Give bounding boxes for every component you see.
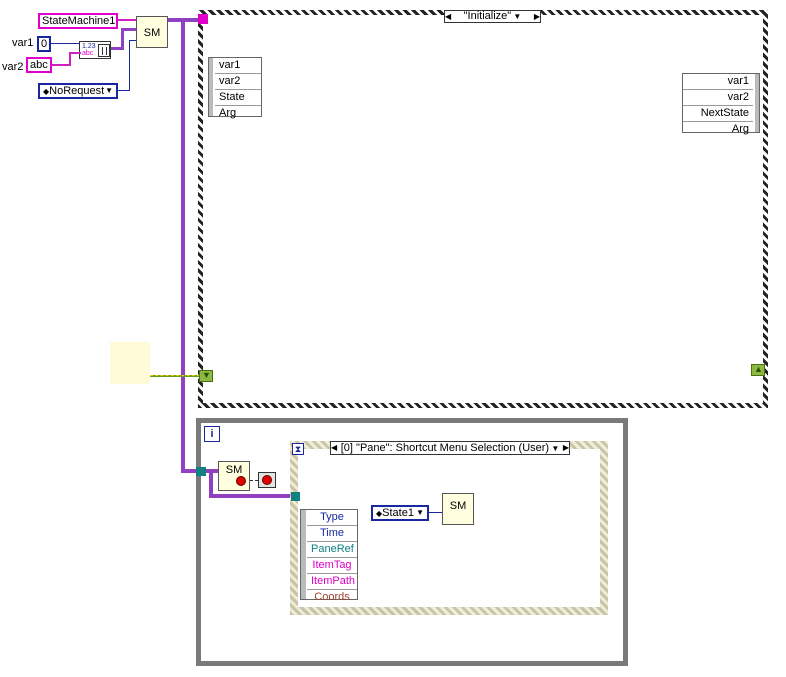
boolean-constant[interactable]: [110, 342, 150, 384]
error-wire[interactable]: [250, 480, 258, 481]
prev-event-icon[interactable]: ◀: [331, 442, 337, 454]
error-icon: [236, 476, 246, 486]
event-data-time: Time: [307, 526, 357, 542]
case-left-unbundle[interactable]: var1 var2 State Arg: [208, 57, 262, 119]
next-case-icon[interactable]: ▶: [534, 11, 540, 22]
boolean-wire[interactable]: [150, 375, 200, 377]
left-tunnel-var2: var2: [215, 74, 261, 90]
cluster-wire-to-sm[interactable]: [121, 28, 137, 31]
left-tunnel-state: State: [215, 90, 261, 106]
event-data-paneref: PaneRef: [307, 542, 357, 558]
dropdown-arrow-icon[interactable]: ▼: [105, 85, 113, 97]
event-selector-value: [0] "Pane": Shortcut Menu Selection (Use…: [340, 442, 550, 454]
string-wire-var2-up[interactable]: [69, 52, 71, 66]
left-tunnel-arg: Arg: [219, 107, 237, 119]
sm-loop-node[interactable]: SM: [218, 461, 250, 491]
state-enum-constant[interactable]: ◆State1 ▼: [371, 505, 429, 521]
string-wire[interactable]: [118, 19, 138, 21]
sm-loop-label: SM: [225, 464, 243, 476]
event-data-itemtag: ItemTag: [307, 558, 357, 574]
prev-case-icon[interactable]: ◀: [445, 11, 451, 22]
right-tunnel-var2: var2: [683, 90, 753, 106]
sm-top-node[interactable]: SM: [136, 16, 168, 48]
down-arrow-icon: ▼: [202, 370, 211, 380]
bundle-string-input: abc: [82, 50, 94, 57]
right-tunnel-arg: Arg: [731, 123, 749, 135]
stop-icon: [262, 475, 272, 485]
case-selector-value: "Initialize": [463, 10, 512, 22]
sm-inner-node[interactable]: SM: [442, 493, 474, 525]
next-event-icon[interactable]: ▶: [563, 442, 569, 454]
loop-shift-register[interactable]: [196, 467, 206, 476]
bundle-icon: [98, 44, 110, 57]
right-tunnel-nextstate: NextState: [683, 106, 753, 122]
case-structure[interactable]: [198, 10, 768, 408]
up-arrow-icon: ▲: [754, 364, 763, 374]
request-enum-value: NoRequest: [49, 85, 105, 97]
var2-label: var2: [2, 61, 24, 73]
cluster-wire-up[interactable]: [121, 28, 124, 50]
stop-terminal[interactable]: [258, 472, 276, 488]
right-boolean-tunnel[interactable]: ▲: [751, 364, 765, 376]
numeric-wire[interactable]: [51, 43, 79, 44]
bundle-node[interactable]: 1.23 abc: [79, 41, 111, 59]
case-selector-terminal[interactable]: [198, 14, 208, 24]
event-data-node[interactable]: Type Time PaneRef ItemTag ItemPath Coord…: [300, 509, 358, 603]
state-machine-string-control[interactable]: StateMachine1: [38, 13, 118, 29]
var1-label: var1: [12, 37, 34, 49]
event-tunnel-in[interactable]: [291, 492, 300, 501]
left-boolean-tunnel[interactable]: ▼: [199, 370, 213, 382]
case-right-bundle[interactable]: var1 var2 NextState Arg: [682, 73, 760, 135]
left-tunnel-var1: var1: [215, 58, 261, 74]
dropdown-arrow-icon[interactable]: ▼: [416, 507, 424, 519]
event-data-coords: Coords: [314, 591, 350, 603]
timeout-hourglass-icon[interactable]: ⧗: [292, 443, 304, 455]
request-enum-control[interactable]: ◆NoRequest ▼: [38, 83, 118, 99]
event-dropdown-icon[interactable]: ▼: [549, 444, 559, 453]
event-data-itempath: ItemPath: [307, 574, 357, 590]
case-selector-label[interactable]: ◀ "Initialize" ▼ ▶: [444, 10, 541, 23]
sm-vertical-wire[interactable]: [181, 18, 185, 472]
event-data-type: Type: [307, 510, 357, 526]
event-selector-label[interactable]: ◀ [0] "Pane": Shortcut Menu Selection (Us…: [330, 441, 570, 455]
string-wire-var2-in[interactable]: [69, 52, 81, 54]
string-wire-var2[interactable]: [52, 64, 70, 66]
loop-wire-down[interactable]: [209, 469, 213, 497]
bundle-numeric-input: 1.23: [82, 43, 96, 50]
state-enum-value: State1: [382, 507, 414, 519]
var1-numeric-control[interactable]: 0: [37, 36, 51, 52]
iteration-terminal: i: [204, 426, 220, 442]
right-tunnel-var1: var1: [683, 74, 753, 90]
case-dropdown-icon[interactable]: ▼: [511, 12, 521, 21]
enum-wire-up[interactable]: [129, 40, 130, 91]
state-enum-wire[interactable]: [429, 512, 443, 513]
var2-string-control[interactable]: abc: [26, 57, 52, 73]
